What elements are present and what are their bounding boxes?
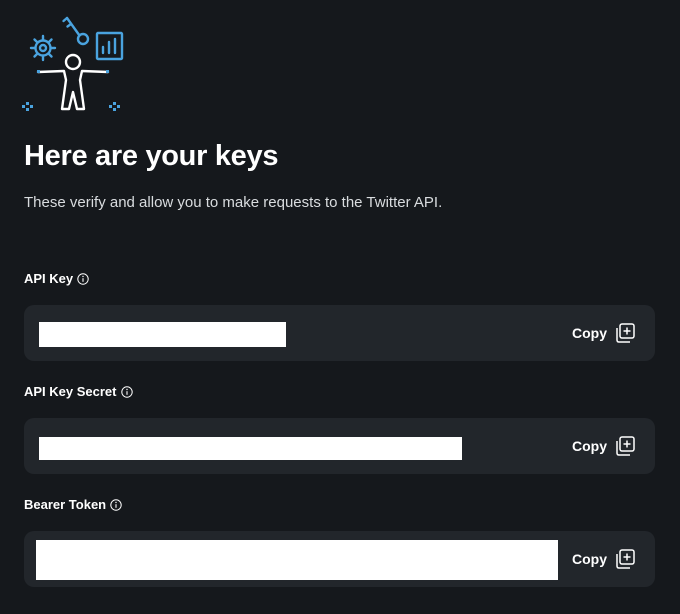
api-key-label-text: API Key: [24, 271, 74, 286]
page-title: Here are your keys: [24, 140, 279, 172]
copy-icon: [616, 323, 635, 343]
info-icon[interactable]: [120, 386, 133, 398]
api-key-secret-value-redacted: [39, 437, 462, 460]
api-key-label: API Key: [24, 270, 89, 288]
api-key-secret-label: API Key Secret: [24, 383, 133, 401]
api-key-secret-field: Copy: [24, 418, 655, 474]
bearer-token-label-text: Bearer Token: [24, 497, 107, 512]
info-icon[interactable]: [77, 273, 89, 285]
keys-page: Here are your keys These verify and allo…: [0, 0, 680, 614]
copy-button-label: Copy: [572, 551, 607, 567]
api-key-secret-label-text: API Key Secret: [24, 384, 117, 399]
api-key-field: Copy: [24, 305, 655, 361]
copy-button-label: Copy: [572, 438, 607, 454]
copy-button-label: Copy: [572, 325, 607, 341]
copy-bearer-token-button[interactable]: Copy: [572, 531, 635, 587]
copy-icon: [616, 549, 635, 569]
copy-api-key-button[interactable]: Copy: [572, 305, 635, 361]
copy-icon: [616, 436, 635, 456]
bearer-token-label: Bearer Token: [24, 496, 122, 514]
bearer-token-field: Copy: [24, 531, 655, 587]
page-subtitle: These verify and allow you to make reque…: [24, 194, 443, 211]
api-key-value-redacted: [39, 322, 286, 347]
info-icon[interactable]: [110, 499, 122, 511]
bearer-token-value-redacted: [36, 540, 558, 580]
copy-api-key-secret-button[interactable]: Copy: [572, 418, 635, 474]
developer-keys-illustration: [22, 16, 124, 111]
